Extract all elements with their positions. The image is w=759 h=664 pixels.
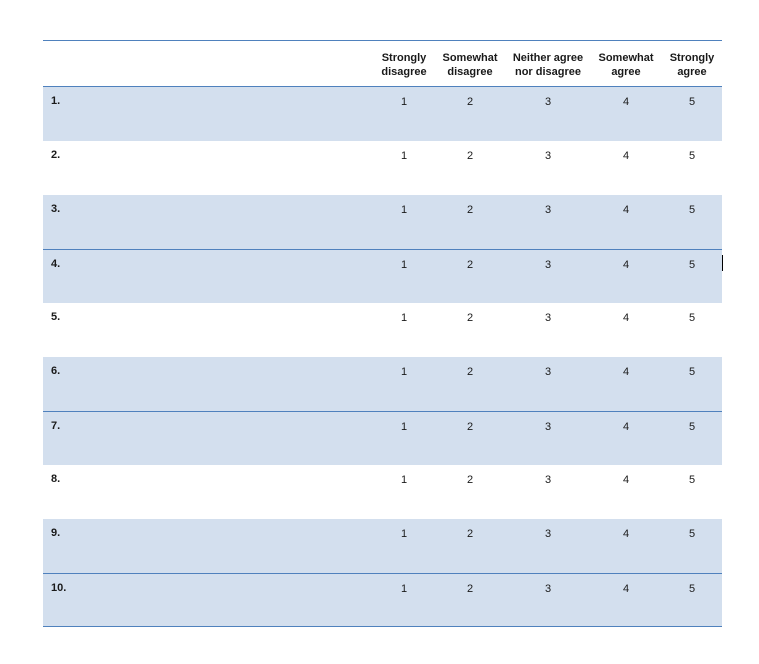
rating-1: 1 [400, 474, 408, 486]
rating-3: 3 [544, 312, 552, 324]
rating-3: 3 [544, 474, 552, 486]
rating-5: 5 [688, 474, 696, 486]
rating-1: 1 [400, 528, 408, 540]
column-header-somewhat-agree: Somewhat agree [598, 52, 654, 78]
rating-2: 2 [466, 366, 474, 378]
rating-1: 1 [400, 259, 408, 271]
rating-1: 1 [400, 150, 408, 162]
table-row: 9. 1 2 3 4 5 [43, 519, 722, 573]
row-label: 6. [51, 365, 61, 377]
rating-3: 3 [544, 204, 552, 216]
rating-4: 4 [622, 366, 630, 378]
table-row: 1. 1 2 3 4 5 [43, 87, 722, 141]
table-row: 8. 1 2 3 4 5 [43, 465, 722, 519]
row-label: 7. [51, 420, 61, 432]
rating-1: 1 [400, 204, 408, 216]
rating-2: 2 [466, 583, 474, 595]
rating-4: 4 [622, 421, 630, 433]
column-header-somewhat-disagree: Somewhat disagree [442, 52, 498, 78]
rating-3: 3 [544, 259, 552, 271]
rating-5: 5 [688, 312, 696, 324]
rating-5: 5 [688, 421, 696, 433]
column-header-neither: Neither agree nor disagree [512, 52, 584, 78]
table-row: 10. 1 2 3 4 5 [43, 573, 722, 627]
rating-5: 5 [688, 150, 696, 162]
rating-4: 4 [622, 583, 630, 595]
likert-survey-table: Strongly disagree Somewhat disagree Neit… [43, 40, 722, 627]
row-label: 9. [51, 527, 61, 539]
rating-3: 3 [544, 583, 552, 595]
table-row: 7. 1 2 3 4 5 [43, 411, 722, 465]
row-label: 8. [51, 473, 61, 485]
rating-1: 1 [400, 312, 408, 324]
rating-5: 5 [688, 366, 696, 378]
rating-5: 5 [688, 528, 696, 540]
table-row: 6. 1 2 3 4 5 [43, 357, 722, 411]
rating-2: 2 [466, 528, 474, 540]
rating-4: 4 [622, 474, 630, 486]
table-row: 5. 1 2 3 4 5 [43, 303, 722, 357]
rating-1: 1 [400, 366, 408, 378]
rating-4: 4 [622, 312, 630, 324]
row-label: 3. [51, 203, 61, 215]
rating-3: 3 [544, 366, 552, 378]
rating-5: 5 [688, 204, 696, 216]
rating-4: 4 [622, 204, 630, 216]
column-header-strongly-disagree: Strongly disagree [381, 52, 427, 78]
rating-5: 5 [688, 583, 696, 595]
rating-3: 3 [544, 421, 552, 433]
rating-5: 5 [688, 96, 696, 108]
rating-1: 1 [400, 583, 408, 595]
row-label: 1. [51, 95, 61, 107]
rating-4: 4 [622, 96, 630, 108]
table-row: 2. 1 2 3 4 5 [43, 141, 722, 195]
table-header-row: Strongly disagree Somewhat disagree Neit… [43, 41, 722, 87]
table-row: 4. 1 2 3 4 5 [43, 249, 722, 303]
rating-1: 1 [400, 96, 408, 108]
row-label: 5. [51, 311, 61, 323]
rating-4: 4 [622, 259, 630, 271]
rating-3: 3 [544, 528, 552, 540]
rating-3: 3 [544, 150, 552, 162]
rating-2: 2 [466, 421, 474, 433]
row-label: 4. [51, 258, 61, 270]
table-row: 3. 1 2 3 4 5 [43, 195, 722, 249]
rating-5: 5 [688, 259, 696, 271]
rating-2: 2 [466, 96, 474, 108]
rating-2: 2 [466, 474, 474, 486]
rating-2: 2 [466, 204, 474, 216]
rating-1: 1 [400, 421, 408, 433]
rating-2: 2 [466, 312, 474, 324]
rating-4: 4 [622, 528, 630, 540]
row-label: 2. [51, 149, 61, 161]
text-cursor-icon [722, 255, 723, 271]
rating-3: 3 [544, 96, 552, 108]
rating-4: 4 [622, 150, 630, 162]
rating-2: 2 [466, 259, 474, 271]
row-label: 10. [51, 582, 67, 594]
column-header-strongly-agree: Strongly agree [669, 52, 715, 78]
rating-2: 2 [466, 150, 474, 162]
